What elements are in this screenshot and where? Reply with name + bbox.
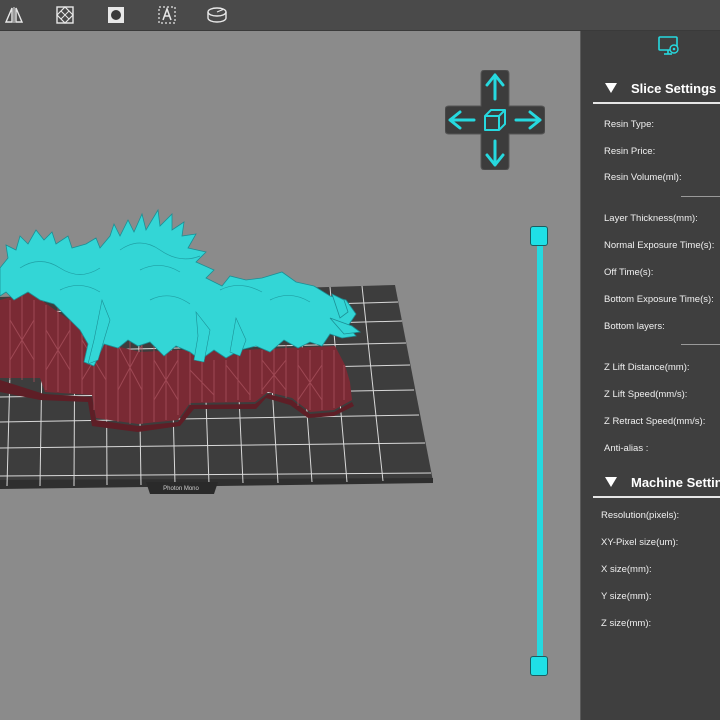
- collapse-triangle-icon[interactable]: [605, 83, 617, 93]
- build-plate-label: Photon Mono: [163, 486, 199, 492]
- monitor-settings-icon[interactable]: [657, 35, 681, 57]
- field-bottom-layers: Bottom layers:: [604, 321, 665, 332]
- layer-slider-top-handle[interactable]: [530, 226, 548, 246]
- field-y-size: Y size(mm):: [601, 591, 652, 602]
- field-resolution: Resolution(pixels):: [601, 510, 680, 521]
- divider: [681, 196, 720, 197]
- field-resin-volume: Resin Volume(ml):: [604, 172, 682, 183]
- field-resin-price: Resin Price:: [604, 146, 656, 157]
- slice-settings-title: Slice Settings: [631, 80, 717, 96]
- field-x-size: X size(mm):: [601, 564, 652, 575]
- slice-settings-header[interactable]: Slice Settings: [581, 76, 720, 100]
- field-bottom-exposure-time: Bottom Exposure Time(s):: [604, 294, 714, 305]
- arrow-down-icon[interactable]: [485, 139, 505, 167]
- field-z-retract-speed: Z Retract Speed(mm/s):: [604, 416, 706, 427]
- arrow-right-icon[interactable]: [514, 110, 542, 130]
- settings-panel: Slice Settings Resin Type: Resin Price: …: [580, 31, 720, 720]
- layer-slider-track[interactable]: [537, 238, 543, 664]
- layer-slider-bottom-handle[interactable]: [530, 656, 548, 676]
- field-resin-type: Resin Type:: [604, 119, 654, 130]
- field-anti-alias: Anti-alias :: [604, 443, 649, 454]
- field-xy-pixel-size: XY-Pixel size(um):: [601, 537, 679, 548]
- view-cube-icon[interactable]: [482, 107, 508, 133]
- view-control-pad: [444, 69, 546, 171]
- field-off-time: Off Time(s):: [604, 267, 654, 278]
- field-normal-exposure-time: Normal Exposure Time(s):: [604, 240, 715, 251]
- machine-settings-header[interactable]: Machine Settin: [581, 470, 720, 494]
- machine-settings-title: Machine Settin: [631, 474, 720, 490]
- collapse-triangle-icon[interactable]: [605, 477, 617, 487]
- field-z-lift-speed: Z Lift Speed(mm/s):: [604, 389, 688, 400]
- divider: [681, 344, 720, 345]
- field-z-size: Z size(mm):: [601, 618, 652, 629]
- field-z-lift-distance: Z Lift Distance(mm):: [604, 362, 690, 373]
- divider: [593, 496, 720, 498]
- divider: [593, 102, 720, 104]
- arrow-left-icon[interactable]: [448, 110, 476, 130]
- arrow-up-icon[interactable]: [485, 73, 505, 101]
- field-layer-thickness: Layer Thickness(mm):: [604, 213, 698, 224]
